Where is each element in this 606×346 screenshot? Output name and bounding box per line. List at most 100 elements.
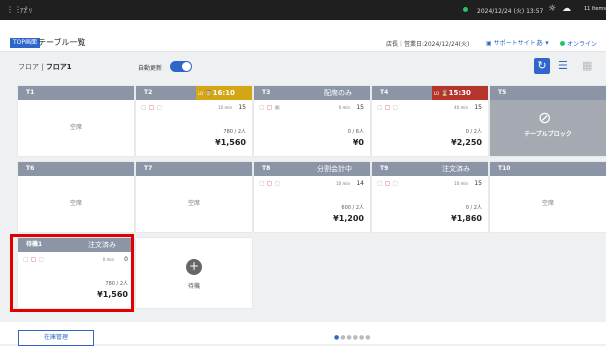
- table-card-t5[interactable]: T5 ⊘ テーブルブロック: [490, 86, 606, 156]
- elapsed-time: 0 min: [338, 105, 350, 110]
- item-count: 15: [474, 104, 482, 111]
- table-number: T8: [262, 165, 271, 172]
- table-header: T10: [490, 162, 606, 176]
- item-count: 14: [356, 180, 364, 187]
- table-number: T7: [144, 165, 153, 172]
- table-card-t1[interactable]: T1 空席: [18, 86, 134, 156]
- elapsed-time: 40 min: [454, 105, 468, 110]
- topbar-rest: 11 Items: [584, 6, 606, 12]
- elapsed-time: 10 min: [336, 181, 350, 186]
- guest-count: 600 / 2人: [341, 205, 364, 211]
- table-card-t6[interactable]: T6 空席: [18, 162, 134, 232]
- guest-count: 0 / 6人: [347, 129, 364, 135]
- table-amount: ¥0: [352, 138, 364, 147]
- lo-label: LO: [433, 91, 440, 96]
- order-icons: ▢▢▣: [259, 104, 283, 111]
- datetime: 2024/12/24 (火) 13:57: [477, 8, 544, 15]
- table-card-t4[interactable]: T4 LO ⌛15:30 ▢▢▢ 40 min 15 0 / 2人 ¥2,250: [372, 86, 488, 156]
- guest-count: 0 / 2人: [465, 205, 482, 211]
- table-number: T4: [380, 89, 389, 96]
- top-screen-button[interactable]: TOP画面: [10, 38, 41, 48]
- table-card-t3[interactable]: T3 配席のみ ▢▢▣ 0 min 15 0 / 6人 ¥0: [254, 86, 370, 156]
- language-select[interactable]: あ ▾: [536, 38, 549, 48]
- table-amount: ¥2,250: [451, 138, 482, 147]
- table-status: 分割会計中: [317, 165, 352, 173]
- table-number: T5: [498, 89, 507, 96]
- table-header: T6: [18, 162, 134, 176]
- floor-value: フロア1: [45, 63, 72, 71]
- table-header: T1: [18, 86, 134, 100]
- last-order-time: 15:30: [448, 89, 471, 97]
- table-card-t8[interactable]: T8 分割会計中 ▢▢▢ 10 min 14 600 / 2人 ¥1,200: [254, 162, 370, 232]
- online-dot-icon: [560, 41, 565, 46]
- table-header: T5: [490, 86, 606, 100]
- table-card-t10[interactable]: T10 空席: [490, 162, 606, 232]
- table-header: T7: [136, 162, 252, 176]
- table-header: T9 注文済み: [372, 162, 488, 176]
- table-status: 空席: [69, 200, 82, 207]
- refresh-icon[interactable]: ↻: [534, 58, 550, 74]
- add-waiting-button[interactable]: + 待機: [136, 238, 252, 308]
- table-amount: ¥1,560: [215, 138, 246, 147]
- table-card-t7[interactable]: T7 空席: [136, 162, 252, 232]
- elapsed-time: 10 min: [454, 181, 468, 186]
- lo-label: LO: [197, 91, 204, 96]
- table-card-t2[interactable]: T2 LO ⌛16:10 ▢▢▢ 10 min 15 780 / 2人 ¥1,56…: [136, 86, 252, 156]
- brightness-icon[interactable]: ☼: [548, 4, 556, 14]
- auto-update-toggle[interactable]: [170, 61, 192, 72]
- page-indicator[interactable]: ●●●●●●: [334, 334, 371, 341]
- table-header: T4 LO ⌛15:30: [372, 86, 488, 100]
- last-order-badge: LO ⌛15:30: [432, 86, 488, 100]
- table-card-t9[interactable]: T9 注文済み ▢▢▢ 10 min 15 0 / 2人 ¥1,860: [372, 162, 488, 232]
- lang-label: あ: [536, 39, 543, 47]
- cloud-icon[interactable]: ☁: [562, 4, 571, 14]
- order-icons: ▢▢▢: [377, 180, 401, 187]
- last-order-time: 16:10: [212, 89, 235, 97]
- table-status: 配席のみ: [324, 89, 352, 97]
- page-title: テーブル一覧: [38, 38, 86, 47]
- plus-icon: +: [186, 259, 202, 275]
- online-label: オンライン: [567, 41, 598, 48]
- table-status: 空席: [69, 124, 82, 131]
- table-status: 注文済み: [442, 165, 470, 173]
- table-number: T2: [144, 89, 153, 96]
- app-header: [0, 20, 606, 52]
- grid-view-icon[interactable]: ▦: [582, 59, 592, 72]
- item-count: 15: [474, 180, 482, 187]
- order-icons: ▢▢▢: [377, 104, 401, 111]
- auto-update-label: 自動更新: [138, 65, 163, 72]
- floor-selector[interactable]: フロア | フロア1: [18, 62, 72, 72]
- table-status: 空席: [541, 200, 554, 207]
- floor-label: フロア: [18, 63, 39, 71]
- table-number: T1: [26, 89, 35, 96]
- last-order-badge: LO ⌛16:10: [196, 86, 252, 100]
- app-name: ｱﾌﾟﾘ: [20, 8, 33, 15]
- guest-count: 780 / 2人: [223, 129, 246, 135]
- table-block-label: テーブルブロック: [524, 131, 572, 138]
- table-number: T10: [498, 165, 511, 172]
- highlight-box: [10, 234, 134, 312]
- online-status: オンライン: [560, 39, 597, 48]
- store-info: 店長｜営業日:2024/12/24(火): [386, 41, 470, 48]
- order-icons: ▢▢▢: [141, 104, 165, 111]
- status-dot-icon: [463, 7, 468, 12]
- table-amount: ¥1,860: [451, 214, 482, 223]
- table-header: T3 配席のみ: [254, 86, 370, 100]
- add-waiting-label: 待機: [187, 283, 200, 290]
- table-amount: ¥1,200: [333, 214, 364, 223]
- table-number: T9: [380, 165, 389, 172]
- list-view-icon[interactable]: ☰: [558, 59, 568, 72]
- guest-count: 0 / 2人: [465, 129, 482, 135]
- table-header: T8 分割会計中: [254, 162, 370, 176]
- item-count: 15: [238, 104, 246, 111]
- support-label: サポートサイト: [493, 40, 536, 47]
- system-bar: ⋮⋮⋮ ｱﾌﾟﾘ 2024/12/24 (火) 13:57 ☼ ☁ 11 Ite…: [0, 0, 606, 20]
- support-site-link[interactable]: ▣ サポートサイト: [486, 38, 536, 47]
- table-status: 空席: [187, 200, 200, 207]
- order-icons: ▢▢▢: [259, 180, 283, 187]
- toolbar: [0, 52, 606, 80]
- blocked-icon: ⊘: [538, 108, 552, 127]
- table-number: T6: [26, 165, 35, 172]
- elapsed-time: 10 min: [218, 105, 232, 110]
- table-number: T3: [262, 89, 271, 96]
